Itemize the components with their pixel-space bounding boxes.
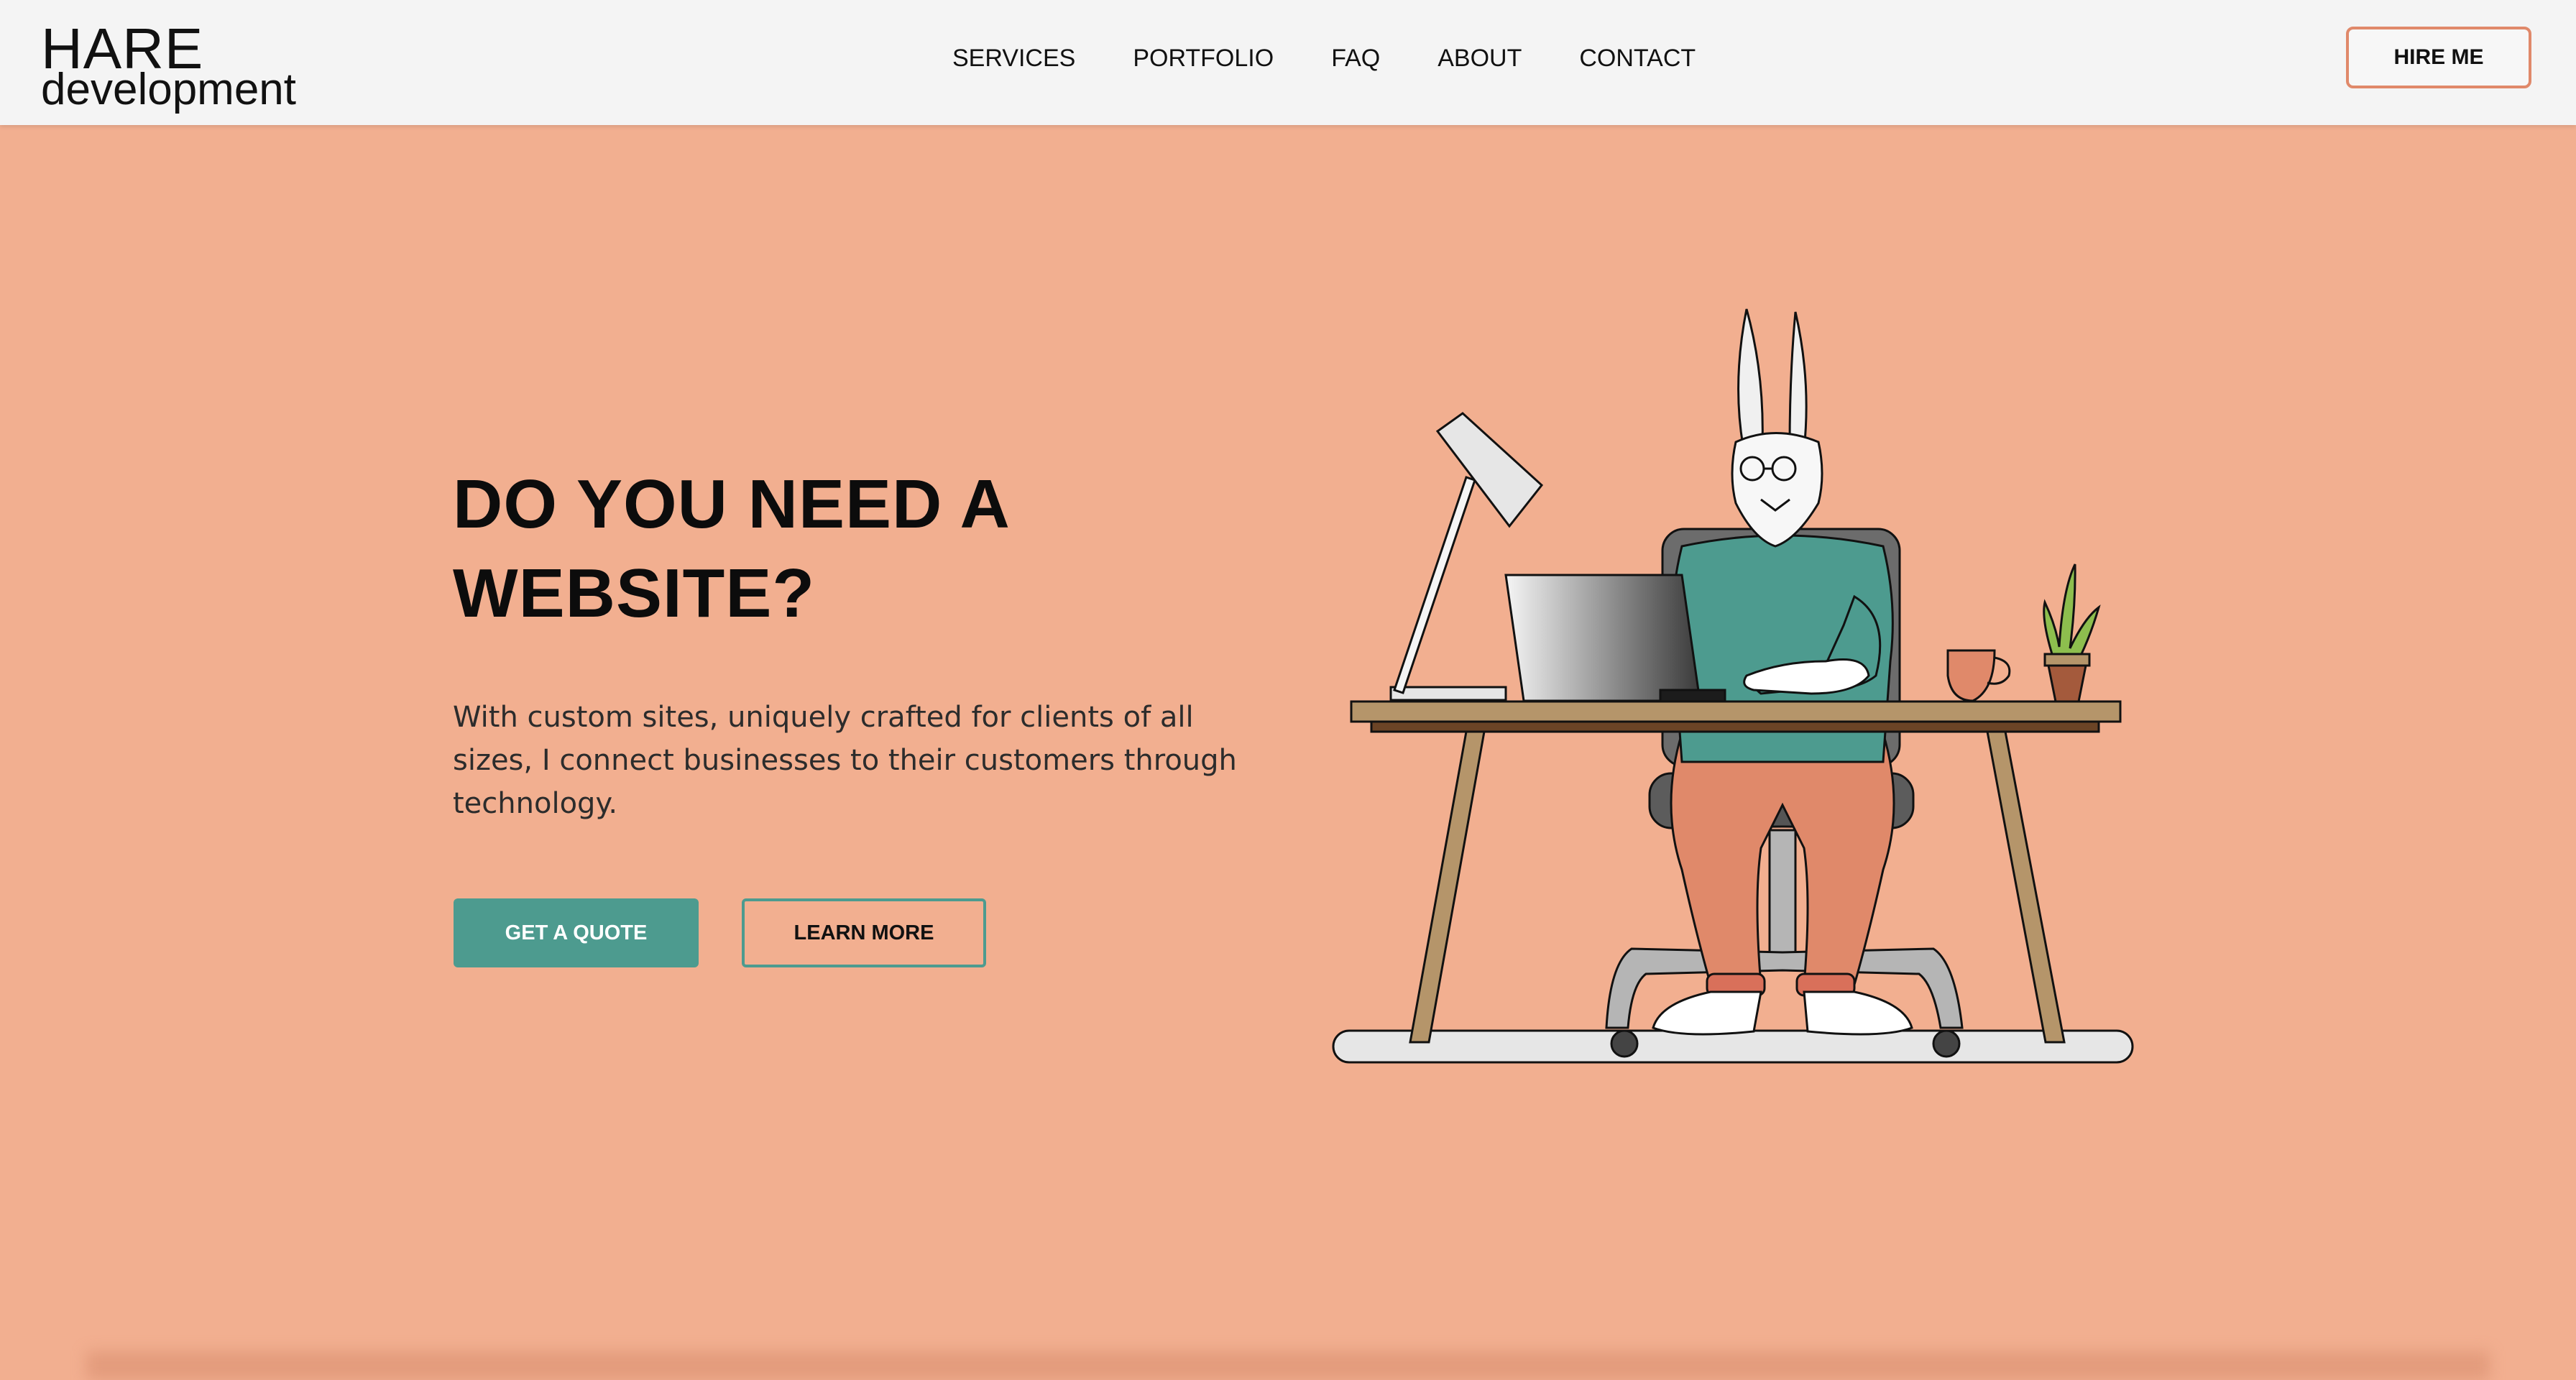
desk-edge — [1370, 720, 2100, 733]
hare-foot-right — [1803, 990, 1913, 1036]
desk-top — [1350, 700, 2122, 723]
chair-post — [1768, 829, 1797, 957]
logo-subtitle: development — [41, 65, 297, 114]
nav-services[interactable]: SERVICES — [952, 45, 1075, 73]
lamp-arm — [1393, 476, 1476, 694]
main-nav: SERVICES PORTFOLIO FAQ ABOUT CONTACT — [952, 45, 1696, 73]
plant-leaves — [2043, 564, 2101, 657]
nav-faq[interactable]: FAQ — [1331, 45, 1380, 73]
logo[interactable]: HARE development — [41, 20, 296, 112]
hare-foot-left — [1652, 990, 1762, 1036]
plant-pot-rim — [2043, 653, 2091, 667]
desk-leg-left — [1409, 730, 1486, 1044]
desk-leg-right — [1986, 730, 2066, 1044]
learn-more-button[interactable]: LEARN MORE — [742, 898, 986, 967]
floor-mat — [1332, 1029, 2134, 1064]
nav-portfolio[interactable]: PORTFOLIO — [1133, 45, 1274, 73]
hero-title: DO YOU NEED A WEBSITE? — [453, 460, 1100, 638]
lamp-base — [1389, 686, 1507, 702]
plant-pot — [2047, 664, 2087, 703]
chair-wheel-left — [1610, 1029, 1639, 1058]
nav-contact[interactable]: CONTACT — [1579, 45, 1696, 73]
laptop-screen — [1504, 574, 1701, 702]
section-divider-shadow — [86, 1351, 2490, 1380]
hare-ear-right — [1788, 311, 1808, 451]
coffee-cup — [1946, 649, 1996, 702]
hero-description: With custom sites, uniquely crafted for … — [453, 701, 1237, 820]
chair-wheel-right — [1932, 1029, 1961, 1058]
nav-about[interactable]: ABOUT — [1438, 45, 1522, 73]
hire-me-button[interactable]: HIRE ME — [2346, 27, 2531, 88]
hare-ear-left — [1737, 308, 1764, 447]
hare-at-desk-illustration — [1332, 308, 2134, 1064]
site-header: HARE development SERVICES PORTFOLIO FAQ … — [0, 0, 2576, 125]
lamp-shade — [1435, 412, 1544, 528]
hero-title-line1: DO YOU NEED A — [453, 466, 1011, 543]
hero-title-line2: WEBSITE? — [453, 555, 815, 632]
get-quote-button[interactable]: GET A QUOTE — [454, 898, 699, 967]
